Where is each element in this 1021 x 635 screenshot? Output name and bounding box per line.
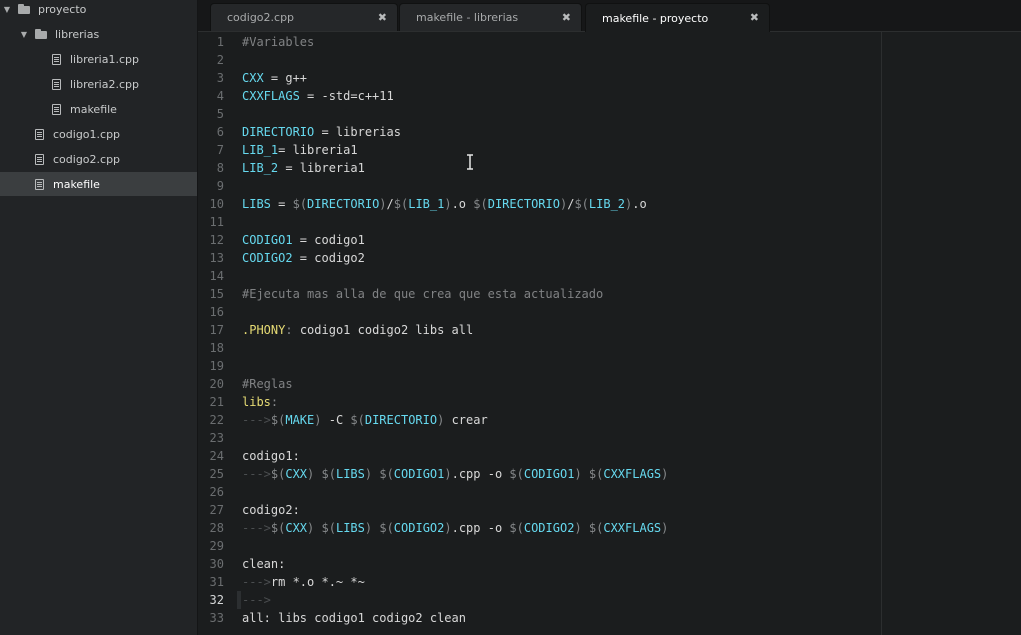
code-editor[interactable]: #Variables CXX = g++ CXXFLAGS = -std=c++11… (242, 32, 880, 635)
line-number: 4 (216, 89, 224, 103)
code-line[interactable]: CXX = g++ (242, 69, 307, 87)
line-number: 31 (209, 575, 224, 589)
line-number: 19 (209, 359, 224, 373)
file-icon (52, 103, 61, 115)
line-number: 27 (209, 503, 224, 517)
tree-item-label: libreria2.cpp (70, 77, 139, 91)
line-number: 14 (209, 269, 224, 283)
code-line[interactable]: CODIGO1 = codigo1 (242, 231, 365, 249)
code-line[interactable]: clean: (242, 555, 285, 573)
code-line[interactable]: DIRECTORIO = librerias (242, 123, 401, 141)
tab-bar: codigo2.cpp ✖ makefile - librerias ✖ makefil… (198, 0, 1021, 32)
line-number: 22 (209, 413, 224, 427)
tree-item[interactable]: makefile (0, 97, 197, 121)
line-number: 24 (209, 449, 224, 463)
file-icon (35, 128, 44, 140)
wrap-guide (881, 32, 882, 635)
code-line[interactable]: .PHONY: codigo1 codigo2 libs all (242, 321, 473, 339)
tree-item[interactable]: codigo2.cpp (0, 147, 197, 171)
code-line[interactable]: --->$(CXX) $(LIBS) $(CODIGO2).cpp -o $(C… (242, 519, 668, 537)
tree-item-label: codigo2.cpp (53, 152, 121, 166)
code-line[interactable]: #Variables (242, 33, 314, 51)
line-number: 13 (209, 251, 224, 265)
line-number: 1 (216, 35, 224, 49)
line-number: 29 (209, 539, 224, 553)
tree-item[interactable]: ▼ librerias (0, 22, 197, 46)
tree-item-label: proyecto (38, 2, 87, 16)
code-line[interactable]: LIB_2 = libreria1 (242, 159, 365, 177)
line-number: 32 (209, 593, 224, 607)
tree-item-label: makefile (53, 177, 100, 191)
code-line[interactable]: LIBS = $(DIRECTORIO)/$(LIB_1).o $(DIRECT… (242, 195, 647, 213)
tab-label: codigo2.cpp (227, 11, 295, 24)
code-line[interactable]: CXXFLAGS = -std=c++11 (242, 87, 394, 105)
line-number: 17 (209, 323, 224, 337)
line-number: 6 (216, 125, 224, 139)
line-number: 30 (209, 557, 224, 571)
tree-item[interactable]: libreria2.cpp (0, 72, 197, 96)
tree-item[interactable]: codigo1.cpp (0, 122, 197, 146)
line-number: 21 (209, 395, 224, 409)
line-number: 20 (209, 377, 224, 391)
code-line[interactable]: #Ejecuta mas alla de que crea que esta a… (242, 285, 603, 303)
chevron-down-icon[interactable]: ▼ (19, 30, 29, 39)
line-number: 9 (216, 179, 224, 193)
tree-item-label: librerias (55, 27, 100, 41)
tree-item[interactable]: makefile (0, 172, 197, 196)
file-icon (35, 178, 44, 190)
file-icon (35, 153, 44, 165)
line-number: 16 (209, 305, 224, 319)
code-line[interactable]: --->rm *.o *.~ *~ (242, 573, 365, 591)
tree-item[interactable]: ▼ proyecto (0, 0, 197, 21)
line-number: 12 (209, 233, 224, 247)
line-number: 2 (216, 53, 224, 67)
line-number: 5 (216, 107, 224, 121)
tree-item-label: makefile (70, 102, 117, 116)
line-number: 25 (209, 467, 224, 481)
line-number: 7 (216, 143, 224, 157)
tab-0[interactable]: codigo2.cpp ✖ (210, 3, 398, 31)
tree-item[interactable]: libreria1.cpp (0, 47, 197, 71)
folder-icon (35, 29, 47, 39)
tree-item-label: codigo1.cpp (53, 127, 121, 141)
line-number: 15 (209, 287, 224, 301)
project-sidebar: ▼ proyecto ▼ librerias libreria1.cpp libreria… (0, 0, 198, 635)
file-icon (52, 53, 61, 65)
code-line[interactable]: libs: (242, 393, 278, 411)
code-line[interactable]: codigo2: (242, 501, 300, 519)
text-cursor-icon (467, 154, 473, 170)
code-line[interactable]: all: libs codigo1 codigo2 clean (242, 609, 466, 627)
tab-1[interactable]: makefile - librerias ✖ (399, 3, 582, 31)
line-number-gutter: 1 2 3 4 5 6 7 8 9 10 11 12 13 14 15 16 17 18 19 20 21 22 23 24 2… (198, 32, 237, 635)
line-number: 23 (209, 431, 224, 445)
code-line[interactable]: #Reglas (242, 375, 293, 393)
close-icon[interactable]: ✖ (562, 11, 571, 24)
file-icon (52, 78, 61, 90)
line-number: 3 (216, 71, 224, 85)
folder-icon (18, 4, 30, 14)
code-line[interactable]: LIB_1= libreria1 (242, 141, 358, 159)
close-icon[interactable]: ✖ (750, 11, 759, 24)
tab-label: makefile - librerias (416, 11, 519, 24)
code-line[interactable]: ---> (242, 591, 271, 609)
tree-item-label: libreria1.cpp (70, 52, 139, 66)
close-icon[interactable]: ✖ (378, 11, 387, 24)
code-line[interactable]: --->$(CXX) $(LIBS) $(CODIGO1).cpp -o $(C… (242, 465, 668, 483)
line-number: 10 (209, 197, 224, 211)
line-number: 26 (209, 485, 224, 499)
line-number: 18 (209, 341, 224, 355)
line-number: 33 (209, 611, 224, 625)
line-number: 28 (209, 521, 224, 535)
chevron-down-icon[interactable]: ▼ (2, 5, 12, 14)
code-line[interactable]: --->$(MAKE) -C $(DIRECTORIO) crear (242, 411, 488, 429)
line-number: 11 (209, 215, 224, 229)
tab-label: makefile - proyecto (602, 11, 709, 25)
tab-2[interactable]: makefile - proyecto ✖ (585, 3, 770, 32)
code-line[interactable]: codigo1: (242, 447, 300, 465)
line-number: 8 (216, 161, 224, 175)
code-line[interactable]: CODIGO2 = codigo2 (242, 249, 365, 267)
